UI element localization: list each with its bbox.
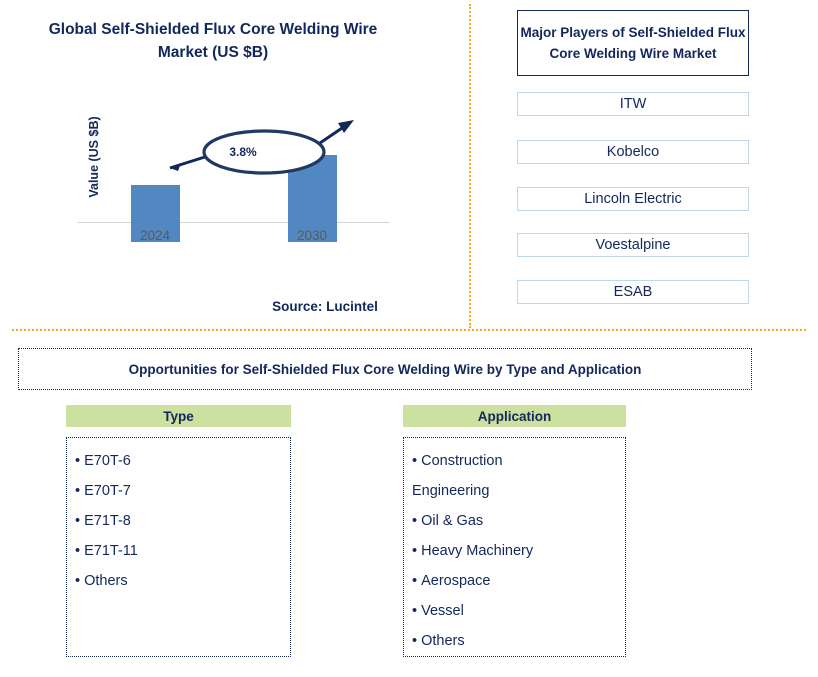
type-column-box: E70T-6 E70T-7 E71T-8 E71T-11 Others: [66, 437, 291, 657]
chart-title-line-2: Market (US $B): [157, 44, 269, 61]
x-tick-label-2030: 2030: [296, 228, 328, 243]
application-list: Construction Engineering Oil & Gas Heavy…: [412, 446, 625, 656]
list-item: Aerospace: [412, 566, 625, 596]
major-players-header: Major Players of Self-Shielded Flux Core…: [517, 10, 749, 76]
player-item-voestalpine[interactable]: Voestalpine: [517, 233, 749, 257]
cagr-value-label: 3.8%: [229, 145, 257, 159]
list-item-continuation: Engineering: [412, 483, 490, 499]
list-item: Others: [412, 626, 625, 656]
chart-title-line-1: Global Self-Shielded Flux Core Welding W…: [48, 21, 378, 38]
list-item: E71T-11: [75, 536, 290, 566]
opportunities-title: Opportunities for Self-Shielded Flux Cor…: [18, 348, 752, 390]
infographic-root: Global Self-Shielded Flux Core Welding W…: [0, 0, 818, 677]
list-item: Others: [75, 566, 290, 596]
major-players-panel: Major Players of Self-Shielded Flux Core…: [470, 0, 818, 330]
list-item: Oil & Gas: [412, 506, 625, 536]
list-item: Vessel: [412, 596, 625, 626]
type-list: E70T-6 E70T-7 E71T-8 E71T-11 Others: [75, 446, 290, 596]
type-column-header: Type: [66, 405, 291, 427]
player-item-itw[interactable]: ITW: [517, 92, 749, 116]
x-tick-label-2024: 2024: [139, 228, 171, 243]
source-label: Source: Lucintel: [272, 299, 378, 314]
player-item-lincoln-electric[interactable]: Lincoln Electric: [517, 187, 749, 211]
chart-plot-area: Value (US $B) 2024 2030 3.8%: [60, 112, 400, 243]
list-item: Construction: [412, 446, 625, 476]
list-item: E70T-6: [75, 446, 290, 476]
x-axis-line: [78, 222, 390, 223]
list-item: E70T-7: [75, 476, 290, 506]
player-item-kobelco[interactable]: Kobelco: [517, 140, 749, 164]
application-column-header: Application: [403, 405, 626, 427]
player-item-esab[interactable]: ESAB: [517, 280, 749, 304]
market-chart-panel: Global Self-Shielded Flux Core Welding W…: [0, 0, 469, 330]
y-axis-label: Value (US $B): [87, 116, 101, 198]
application-column-box: Construction Engineering Oil & Gas Heavy…: [403, 437, 626, 657]
chart-title: Global Self-Shielded Flux Core Welding W…: [18, 18, 408, 64]
list-item: Heavy Machinery: [412, 536, 625, 566]
list-item: E71T-8: [75, 506, 290, 536]
